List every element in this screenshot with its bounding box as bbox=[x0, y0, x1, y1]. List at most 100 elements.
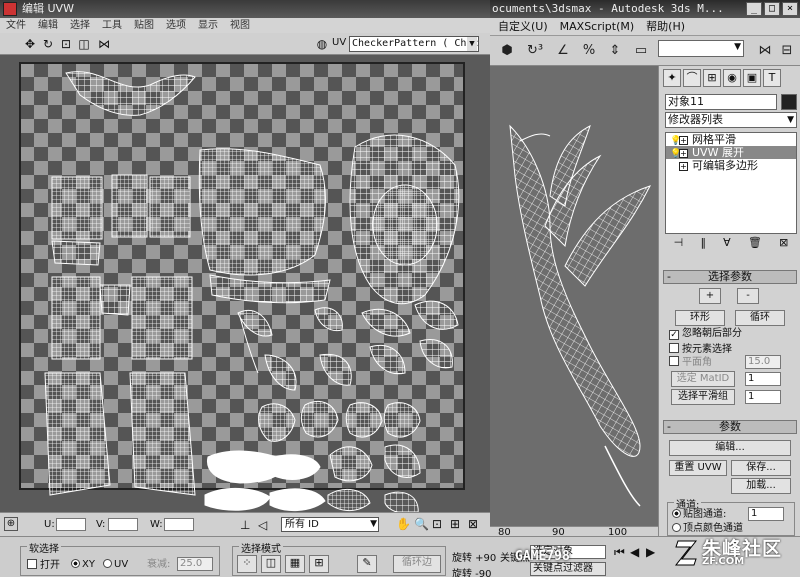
vertex-mode-icon[interactable]: ⁘ bbox=[237, 555, 257, 573]
menu-customize[interactable]: 自定义(U) bbox=[498, 18, 548, 35]
soft-select-on-checkbox[interactable]: 打开 bbox=[27, 559, 60, 572]
w-field[interactable] bbox=[164, 518, 194, 531]
align-icon[interactable]: ⊟ bbox=[778, 42, 796, 60]
mirror-icon[interactable]: ⋈ bbox=[96, 36, 112, 52]
snap-3d-icon[interactable]: ↻³ bbox=[526, 42, 544, 60]
named-selection-icon[interactable]: ▭ bbox=[632, 42, 650, 60]
update-map-icon[interactable]: ◍ bbox=[314, 36, 330, 52]
ignore-backfacing-checkbox[interactable]: ✓ 忽略朝后部分 bbox=[669, 328, 742, 340]
pin-stack-icon[interactable]: ⊣ bbox=[674, 236, 684, 252]
pan-icon[interactable]: ✋ bbox=[396, 517, 411, 531]
move-icon[interactable]: ✥ bbox=[22, 36, 38, 52]
grid-snap-icon[interactable]: ⊠ bbox=[468, 517, 478, 531]
select-smoothing-group-button[interactable]: 选择平滑组 bbox=[671, 389, 735, 405]
key-filters-button[interactable]: 关键点过滤器 bbox=[530, 562, 606, 576]
v-field[interactable] bbox=[108, 518, 138, 531]
shrink-selection-button[interactable]: - bbox=[737, 288, 759, 304]
v-label: V: bbox=[96, 519, 106, 530]
face-mode-icon[interactable]: ▦ bbox=[285, 555, 305, 573]
expand-icon: + bbox=[679, 148, 688, 158]
close-icon[interactable]: × bbox=[782, 2, 798, 16]
menu-tools[interactable]: 工具 bbox=[102, 18, 122, 33]
maximize-icon[interactable]: □ bbox=[764, 2, 780, 16]
freeform-icon[interactable]: ◫ bbox=[76, 36, 92, 52]
edge-mode-icon[interactable]: ◫ bbox=[261, 555, 281, 573]
menu-display[interactable]: 显示 bbox=[198, 18, 218, 33]
uv-radio[interactable]: UV bbox=[103, 559, 128, 571]
u-field[interactable] bbox=[56, 518, 86, 531]
show-end-result-icon[interactable]: ‖ bbox=[700, 236, 706, 252]
play-icon[interactable]: ▶ bbox=[646, 545, 655, 559]
motion-tab-icon[interactable]: ◉ bbox=[723, 69, 741, 87]
menu-select[interactable]: 选择 bbox=[70, 18, 90, 33]
loop-edge-button[interactable]: 循环边 bbox=[393, 555, 441, 573]
selection-params-rollout[interactable]: - 选择参数 bbox=[663, 270, 797, 284]
menu-edit[interactable]: 编辑 bbox=[38, 18, 58, 33]
modifier-list-dropdown[interactable]: 修改器列表 bbox=[665, 112, 797, 128]
uv-editor-canvas[interactable] bbox=[0, 55, 490, 512]
configure-sets-icon[interactable]: ⊠ bbox=[779, 236, 788, 252]
hierarchy-tab-icon[interactable]: ⊞ bbox=[703, 69, 721, 87]
load-button[interactable]: 加载... bbox=[731, 478, 791, 494]
object-color-swatch[interactable] bbox=[781, 94, 797, 110]
menu-options[interactable]: 选项 bbox=[166, 18, 186, 33]
teapot-icon[interactable]: ⬢ bbox=[498, 42, 516, 60]
zoom-region-icon[interactable]: ⊡ bbox=[432, 517, 442, 531]
prev-frame-icon[interactable]: ◀ bbox=[630, 545, 639, 559]
select-matid-button[interactable]: 选定 MatID bbox=[671, 371, 735, 387]
create-tab-icon[interactable]: ✦ bbox=[663, 69, 681, 87]
rotate-minus-90-label[interactable]: 旋转 -90 bbox=[452, 565, 492, 577]
spinner-snap-icon[interactable]: ⇕ bbox=[606, 42, 624, 60]
named-selection-combo[interactable] bbox=[658, 40, 744, 57]
planar-angle-spinner[interactable]: 15.0 bbox=[745, 355, 781, 369]
menu-mapping[interactable]: 贴图 bbox=[134, 18, 154, 33]
object-name-field[interactable]: 对象11 bbox=[665, 94, 777, 110]
rotate-icon[interactable]: ↻ bbox=[40, 36, 56, 52]
absolute-mode-icon[interactable]: ⊕ bbox=[4, 517, 18, 531]
lock-selection-icon[interactable]: ⊥ bbox=[240, 518, 250, 532]
smoothing-group-spinner[interactable]: 1 bbox=[745, 390, 781, 404]
make-unique-icon[interactable]: ∀ bbox=[723, 236, 731, 252]
map-channel-radio[interactable]: 贴图通道: bbox=[672, 509, 726, 521]
menu-help[interactable]: 帮助(H) bbox=[646, 18, 685, 35]
hide-icon[interactable]: ◁ bbox=[258, 518, 267, 532]
save-button[interactable]: 保存... bbox=[731, 460, 791, 476]
scale-icon[interactable]: ⊡ bbox=[58, 36, 74, 52]
xy-radio[interactable]: XY bbox=[71, 559, 95, 571]
stack-item-unwrap-uvw[interactable]: 💡+ UVW 展开 bbox=[666, 146, 796, 159]
material-id-dropdown[interactable]: 所有 ID bbox=[281, 517, 379, 532]
select-by-element-checkbox[interactable]: 按元素选择 bbox=[669, 343, 732, 356]
menu-view[interactable]: 视图 bbox=[230, 18, 250, 33]
utilities-tab-icon[interactable]: T bbox=[763, 69, 781, 87]
zoom-icon[interactable]: 🔍 bbox=[414, 517, 429, 531]
rotate-plus-90-label[interactable]: 旋转 +90 bbox=[452, 549, 496, 564]
grow-selection-button[interactable]: + bbox=[699, 288, 721, 304]
menu-file[interactable]: 文件 bbox=[6, 18, 26, 33]
map-channel-spinner[interactable]: 1 bbox=[748, 507, 784, 521]
params-rollout[interactable]: - 参数 bbox=[663, 420, 797, 434]
stack-item-meshsmooth[interactable]: 💡+ 网格平滑 bbox=[666, 133, 796, 146]
matid-spinner[interactable]: 1 bbox=[745, 372, 781, 386]
planar-angle-checkbox[interactable]: 平面角 bbox=[669, 356, 712, 369]
texture-map-dropdown[interactable]: CheckerPattern ( Checker bbox=[349, 36, 479, 52]
goto-start-icon[interactable]: ⏮ bbox=[614, 545, 625, 560]
loop-button[interactable]: 循环 bbox=[735, 310, 785, 326]
mirror-icon[interactable]: ⋈ bbox=[756, 42, 774, 60]
remove-modifier-icon[interactable]: 🗑 bbox=[748, 236, 762, 252]
angle-snap-icon[interactable]: ∠ bbox=[554, 42, 572, 60]
edit-uvw-button[interactable]: 编辑... bbox=[669, 440, 791, 456]
perspective-viewport[interactable] bbox=[490, 66, 658, 526]
stack-item-editable-poly[interactable]: + 可编辑多边形 bbox=[666, 159, 796, 172]
ring-button[interactable]: 环形 bbox=[675, 310, 725, 326]
element-mode-icon[interactable]: ⊞ bbox=[309, 555, 329, 573]
zoom-extents-icon[interactable]: ⊞ bbox=[450, 517, 460, 531]
falloff-spinner[interactable]: 25.0 bbox=[177, 557, 213, 571]
reset-uvw-button[interactable]: 重置 UVW bbox=[669, 460, 727, 476]
modify-tab-icon[interactable]: ⌒ bbox=[683, 69, 701, 87]
zf-logo-icon bbox=[674, 540, 698, 566]
percent-snap-icon[interactable]: % bbox=[580, 42, 598, 60]
minimize-icon[interactable]: _ bbox=[746, 2, 762, 16]
menu-maxscript[interactable]: MAXScript(M) bbox=[560, 18, 635, 35]
display-tab-icon[interactable]: ▣ bbox=[743, 69, 761, 87]
paint-select-icon[interactable]: ✎ bbox=[357, 555, 377, 573]
